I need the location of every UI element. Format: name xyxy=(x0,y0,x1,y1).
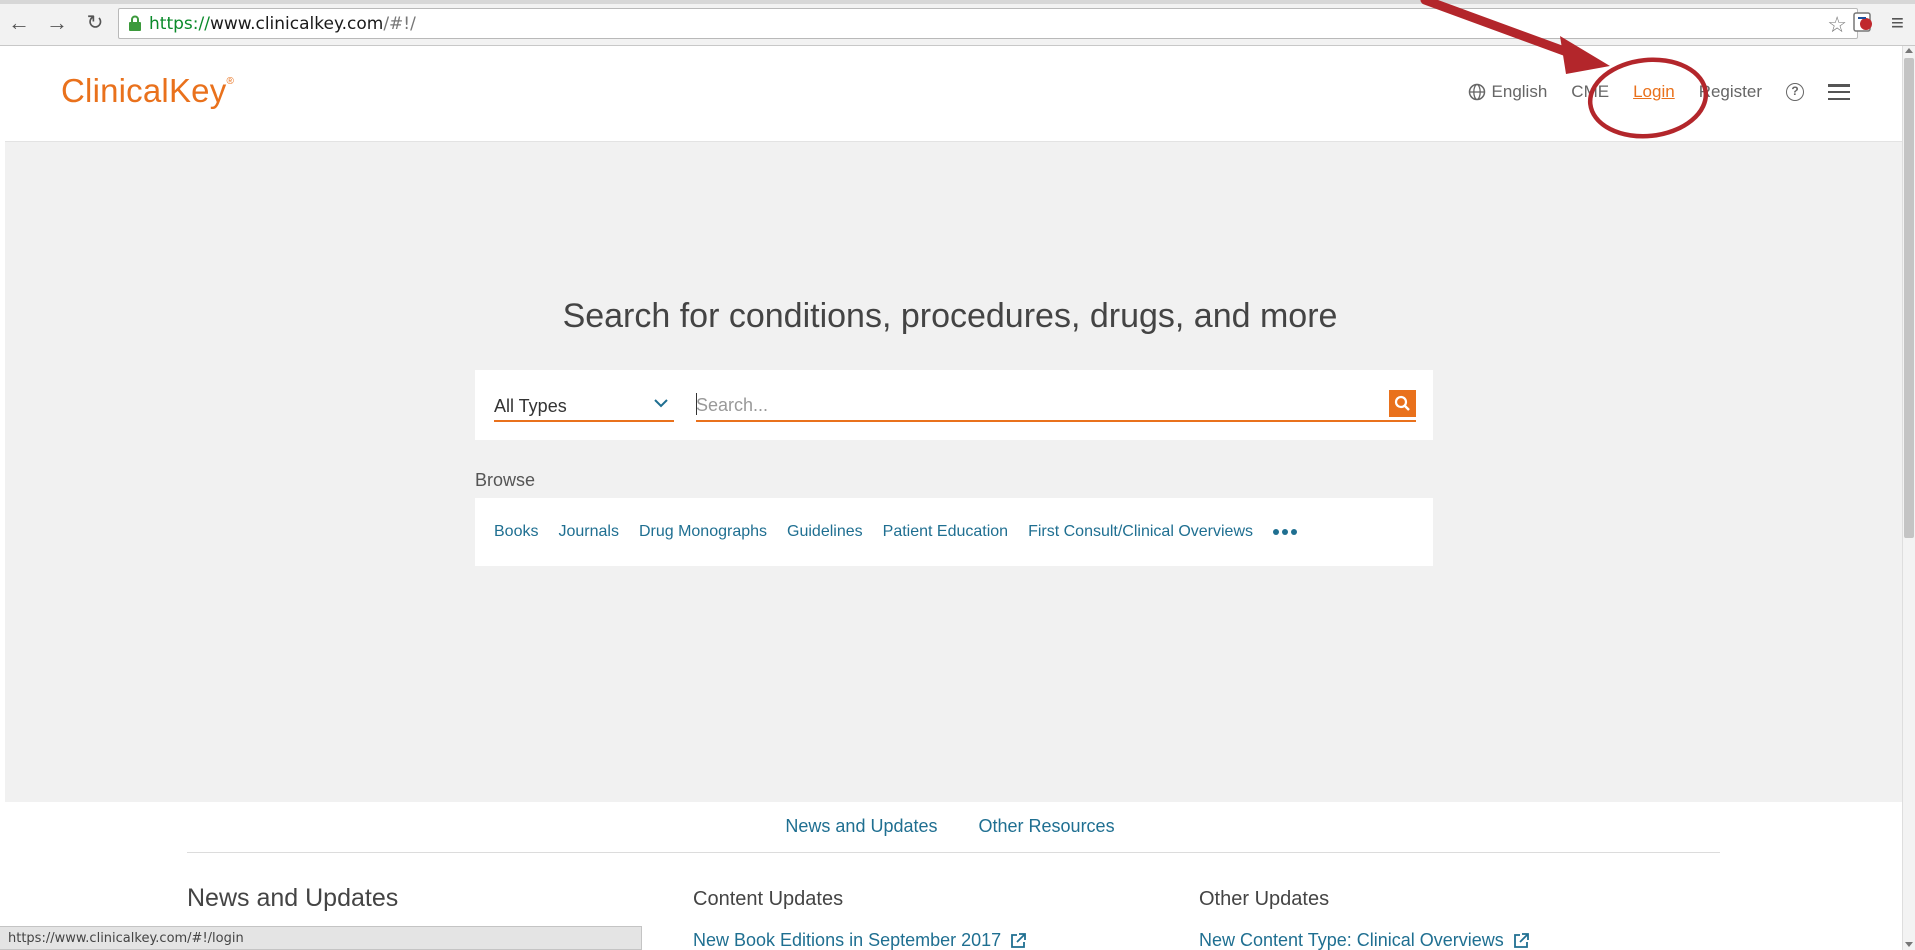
more-dots-icon[interactable] xyxy=(1273,529,1297,535)
content-updates-heading: Content Updates xyxy=(693,888,844,910)
reload-icon[interactable]: ↻ xyxy=(82,10,108,36)
browse-patient-education-link[interactable]: Patient Education xyxy=(883,523,1008,541)
clinicalkey-logo[interactable]: ClinicalKey® xyxy=(61,72,234,110)
bookmark-star-icon[interactable]: ☆ xyxy=(1827,12,1847,38)
browse-journals-link[interactable]: Journals xyxy=(558,523,618,541)
scroll-thumb[interactable] xyxy=(1904,58,1914,538)
help-icon[interactable]: ? xyxy=(1786,83,1804,101)
other-updates-link-label: New Content Type: Clinical Overviews xyxy=(1199,930,1504,950)
browse-drug-monographs-link[interactable]: Drug Monographs xyxy=(639,523,767,541)
other-updates-heading: Other Updates xyxy=(1199,888,1330,910)
browse-books-link[interactable]: Books xyxy=(494,523,538,541)
browse-heading: Browse xyxy=(475,470,536,490)
lock-icon xyxy=(129,15,141,31)
search-button[interactable] xyxy=(1389,390,1416,417)
vertical-scrollbar[interactable] xyxy=(1902,46,1915,950)
login-link[interactable]: Login xyxy=(1633,82,1675,102)
tab-news-and-updates[interactable]: News and Updates xyxy=(785,816,937,836)
site-header: ClinicalKey® English CME Login Register … xyxy=(5,46,1905,142)
browser-menu-icon[interactable]: ≡ xyxy=(1891,10,1904,36)
news-heading: News and Updates xyxy=(187,884,399,912)
content-updates-link[interactable]: New Book Editions in September 2017 xyxy=(693,930,1027,950)
scroll-down-icon[interactable] xyxy=(1905,942,1913,947)
register-link[interactable]: Register xyxy=(1699,82,1762,102)
language-label: English xyxy=(1491,82,1548,101)
main-search-area: Search for conditions, procedures, drugs… xyxy=(5,142,1905,802)
page-title: Search for conditions, procedures, drugs… xyxy=(562,297,1338,335)
tab-strip-edge xyxy=(0,0,1915,4)
browse-first-consult-link[interactable]: First Consult/Clinical Overviews xyxy=(1028,523,1253,541)
browser-toolbar: ← → ↻ https://www.clinicalkey.com/#!/ ☆ … xyxy=(0,0,1915,46)
text-caret xyxy=(696,393,697,415)
globe-icon xyxy=(1468,83,1485,101)
search-panel: All Types xyxy=(475,370,1433,440)
content-updates-link-label: New Book Editions in September 2017 xyxy=(693,930,1002,950)
external-link-icon xyxy=(1011,932,1027,948)
forward-arrow-icon[interactable]: → xyxy=(44,10,70,36)
address-bar[interactable]: https://www.clinicalkey.com/#!/ ☆ xyxy=(118,8,1858,39)
header-nav: English CME Login Register ? xyxy=(1444,82,1850,102)
search-field[interactable] xyxy=(696,390,1416,422)
search-icon xyxy=(1394,395,1410,411)
language-selector[interactable]: English xyxy=(1468,82,1548,102)
external-link-icon xyxy=(1513,932,1529,948)
content-type-dropdown[interactable]: All Types xyxy=(494,392,674,422)
browse-links: Books Journals Drug Monographs Guideline… xyxy=(475,498,1433,566)
browse-guidelines-link[interactable]: Guidelines xyxy=(787,523,863,541)
scroll-up-icon[interactable] xyxy=(1905,48,1913,53)
footer-tabs: News and Updates Other Resources xyxy=(5,816,1895,837)
extension-icon[interactable] xyxy=(1851,10,1875,34)
status-bar: https://www.clinicalkey.com/#!/login xyxy=(0,926,642,950)
chevron-down-icon xyxy=(654,399,668,408)
content-type-selected: All Types xyxy=(494,396,567,416)
other-updates-link[interactable]: New Content Type: Clinical Overviews xyxy=(1199,930,1530,950)
hamburger-menu-icon[interactable] xyxy=(1828,84,1850,100)
back-arrow-icon[interactable]: ← xyxy=(6,10,32,36)
url-text: https://www.clinicalkey.com/#!/ xyxy=(149,14,416,34)
search-input[interactable] xyxy=(696,392,1376,418)
tab-other-resources[interactable]: Other Resources xyxy=(979,816,1115,836)
cme-link[interactable]: CME xyxy=(1571,82,1609,102)
footer-divider xyxy=(187,852,1720,853)
